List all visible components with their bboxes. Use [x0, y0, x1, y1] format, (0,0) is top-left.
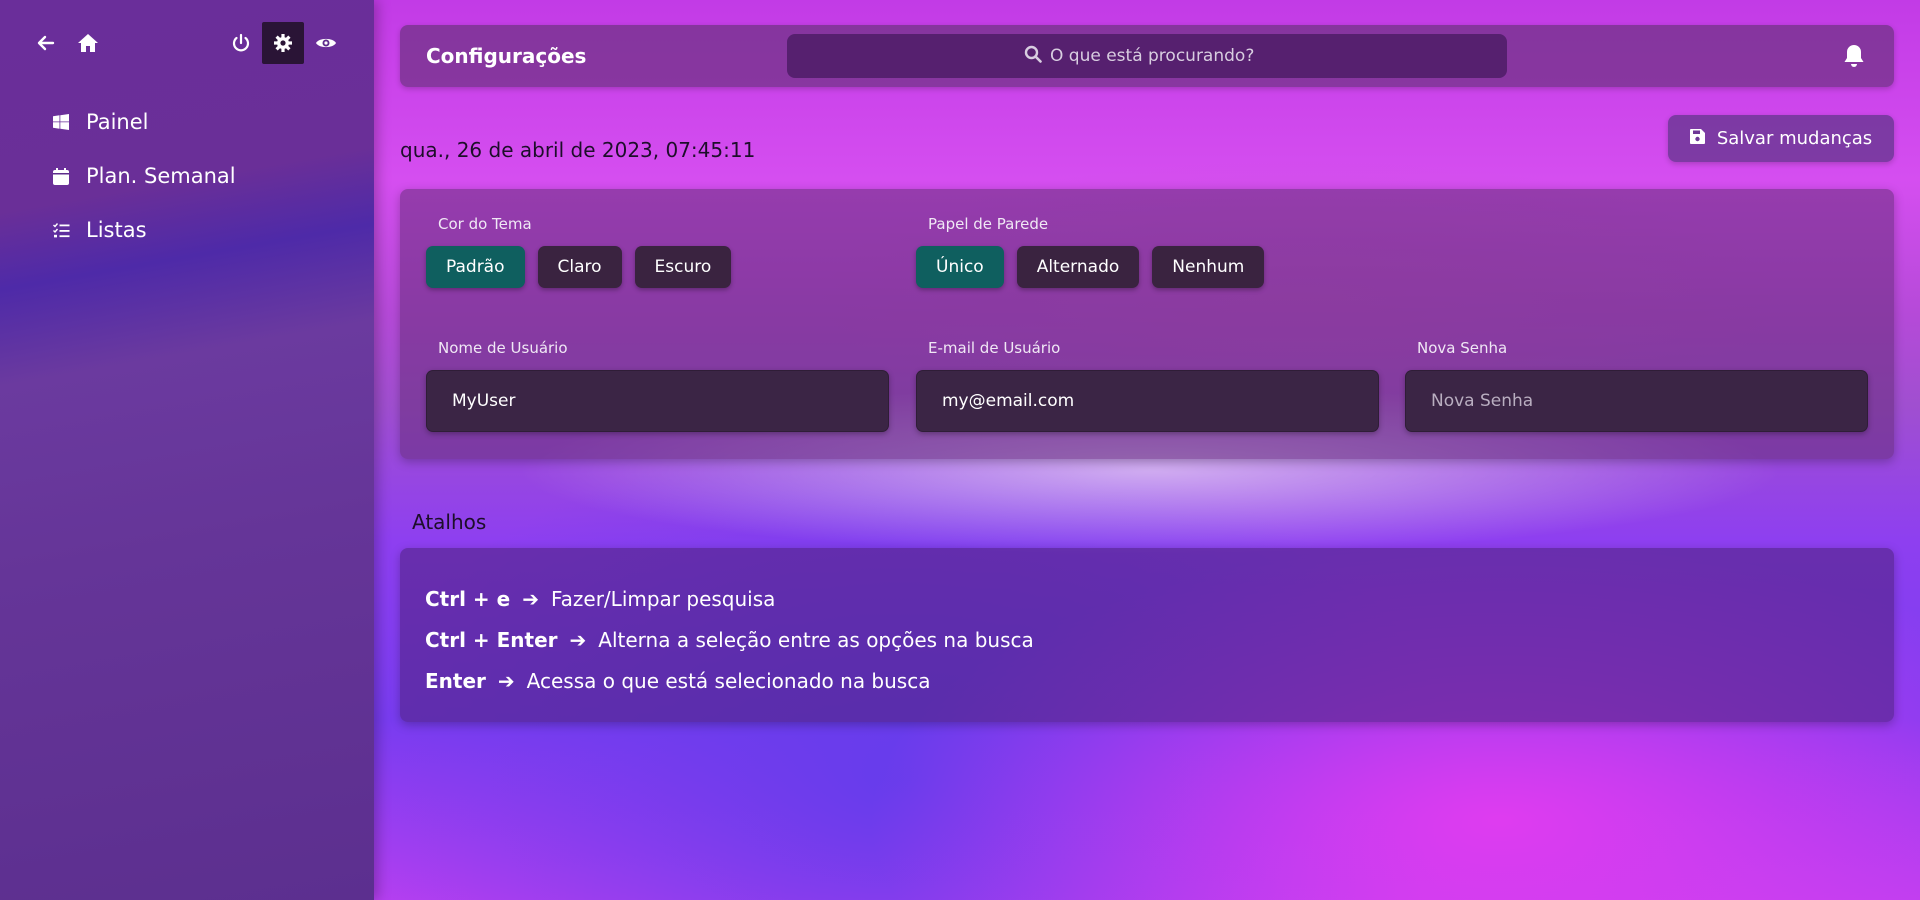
sidebar-item-label: Listas: [86, 218, 147, 242]
shortcuts-heading: Atalhos: [412, 510, 487, 534]
wallpaper-options: Único Alternado Nenhum: [916, 246, 1265, 288]
sidebar-item-label: Painel: [86, 110, 149, 134]
windows-icon: [52, 113, 70, 131]
shortcut-key: Enter: [425, 668, 486, 693]
wallpaper-option-nenhum[interactable]: Nenhum: [1152, 246, 1265, 288]
page-title: Configurações: [426, 44, 587, 68]
sidebar-item-listas[interactable]: Listas: [0, 203, 374, 257]
save-changes-button[interactable]: Salvar mudanças: [1668, 115, 1894, 162]
floppy-disk-icon: [1689, 129, 1705, 148]
new-password-input[interactable]: [1406, 371, 1867, 431]
arrow-left-icon[interactable]: [25, 22, 67, 64]
shortcut-description: Alterna a seleção entre as opções na bus…: [598, 627, 1034, 652]
username-label: Nome de Usuário: [438, 339, 568, 357]
power-icon[interactable]: [220, 22, 262, 64]
new-password-field[interactable]: [1405, 370, 1868, 432]
search-input[interactable]: [1050, 46, 1270, 66]
wallpaper-option-unico[interactable]: Único: [916, 246, 1004, 288]
shortcut-row: Ctrl + Enter ➔ Alterna a seleção entre a…: [425, 619, 1869, 660]
sidebar-item-painel[interactable]: Painel: [0, 95, 374, 149]
shortcut-row: Ctrl + e ➔ Fazer/Limpar pesquisa: [425, 578, 1869, 619]
current-datetime: qua., 26 de abril de 2023, 07:45:11: [400, 138, 756, 162]
checklist-icon: [52, 221, 70, 239]
main-content: Configurações qua., 26 de abril de 2023,…: [400, 0, 1894, 900]
arrow-right-icon: ➔: [569, 627, 587, 652]
arrow-right-icon: ➔: [522, 586, 539, 611]
search-icon: [1024, 45, 1042, 68]
wallpaper-option-alternado[interactable]: Alternado: [1016, 246, 1140, 288]
theme-option-claro[interactable]: Claro: [537, 246, 622, 288]
shortcut-description: Acessa o que está selecionado na busca: [526, 668, 931, 693]
bell-icon[interactable]: [1842, 43, 1868, 69]
email-input[interactable]: [917, 371, 1378, 431]
theme-option-escuro[interactable]: Escuro: [634, 246, 732, 288]
theme-option-padrao[interactable]: Padrão: [426, 246, 525, 288]
new-password-label: Nova Senha: [1417, 339, 1508, 357]
top-bar: Configurações: [400, 25, 1894, 87]
shortcut-key: Ctrl + e: [425, 586, 511, 611]
sidebar-nav: Painel Plan. Semanal Listas: [0, 95, 374, 257]
settings-panel: Cor do Tema Padrão Claro Escuro Papel de…: [400, 189, 1894, 459]
sidebar-item-label: Plan. Semanal: [86, 164, 236, 188]
search-bar[interactable]: [787, 34, 1507, 78]
sidebar: Painel Plan. Semanal Listas: [0, 0, 374, 900]
sidebar-toolbar: [0, 22, 374, 64]
gear-icon[interactable]: [262, 22, 304, 64]
arrow-right-icon: ➔: [497, 668, 515, 693]
shortcuts-panel: Ctrl + e ➔ Fazer/Limpar pesquisa Ctrl + …: [400, 548, 1894, 722]
calendar-icon: [52, 167, 70, 185]
theme-color-options: Padrão Claro Escuro: [426, 246, 732, 288]
email-field[interactable]: [916, 370, 1379, 432]
shortcut-description: Fazer/Limpar pesquisa: [550, 586, 776, 611]
email-label: E-mail de Usuário: [928, 339, 1061, 357]
sidebar-item-plan-semanal[interactable]: Plan. Semanal: [0, 149, 374, 203]
shortcut-row: Enter ➔ Acessa o que está selecionado na…: [425, 660, 1869, 701]
theme-color-label: Cor do Tema: [438, 215, 532, 233]
username-input[interactable]: [427, 371, 888, 431]
save-changes-label: Salvar mudanças: [1716, 128, 1873, 149]
shortcut-key: Ctrl + Enter: [425, 627, 558, 652]
wallpaper-label: Papel de Parede: [928, 215, 1049, 233]
username-field[interactable]: [426, 370, 889, 432]
eye-icon[interactable]: [305, 22, 347, 64]
home-icon[interactable]: [67, 22, 109, 64]
